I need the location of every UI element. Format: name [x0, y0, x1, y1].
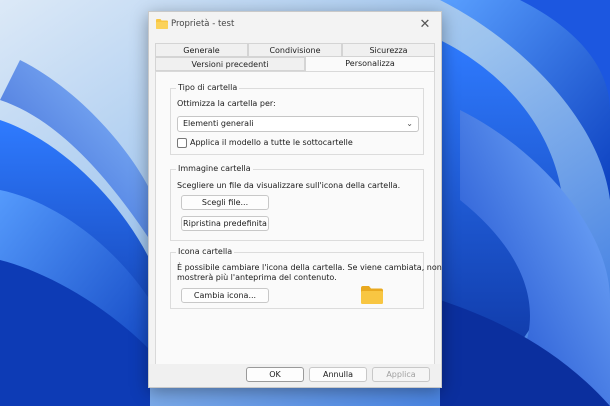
apply-template-label: Applica il modello a tutte le sottocarte…	[190, 138, 353, 147]
folder-icon	[361, 286, 383, 304]
ok-button[interactable]: OK	[246, 367, 304, 382]
change-icon-button[interactable]: Cambia icona...	[181, 288, 269, 303]
folder-icon-group: Icona cartella È possibile cambiare l'ic…	[170, 247, 442, 309]
chevron-down-icon: ⌄	[406, 119, 413, 128]
choose-file-button[interactable]: Scegli file...	[181, 195, 269, 210]
tab-personalizza[interactable]: Personalizza	[305, 56, 435, 72]
optimize-label: Ottimizza la cartella per:	[177, 99, 276, 108]
properties-dialog: Proprietà - test ✕ Generale Condivisione…	[148, 11, 442, 388]
folder-type-legend: Tipo di cartella	[176, 83, 240, 92]
close-icon[interactable]: ✕	[413, 15, 437, 35]
optimize-dropdown[interactable]: Elementi generali ⌄	[177, 116, 419, 132]
restore-default-button[interactable]: Ripristina predefinita	[181, 216, 269, 231]
tab-panel-personalizza: Tipo di cartella Ottimizza la cartella p…	[155, 71, 442, 368]
cancel-button[interactable]: Annulla	[309, 367, 367, 382]
folder-image-legend: Immagine cartella	[176, 164, 253, 173]
optimize-selected-value: Elementi generali	[183, 119, 254, 128]
title-bar[interactable]: Proprietà - test ✕	[149, 12, 441, 38]
folder-image-description: Scegliere un file da visualizzare sull'i…	[177, 181, 401, 190]
folder-icon-description-line2: mostrerà più l'anteprima del contenuto.	[177, 273, 337, 282]
apply-button[interactable]: Applica	[372, 367, 430, 382]
tab-versioni-precedenti[interactable]: Versioni precedenti	[155, 57, 305, 71]
folder-icon	[156, 19, 168, 29]
apply-template-checkbox[interactable]	[177, 138, 187, 148]
folder-type-group: Tipo di cartella Ottimizza la cartella p…	[170, 83, 424, 155]
tab-sicurezza[interactable]: Sicurezza	[342, 43, 435, 57]
dialog-footer: OK Annulla Applica	[149, 364, 441, 387]
window-title: Proprietà - test	[171, 19, 235, 29]
folder-image-group: Immagine cartella Scegliere un file da v…	[170, 164, 424, 241]
folder-icon-description-line1: È possibile cambiare l'icona della carte…	[177, 263, 442, 272]
folder-icon-legend: Icona cartella	[176, 247, 235, 256]
tab-generale[interactable]: Generale	[155, 43, 248, 57]
tab-condivisione[interactable]: Condivisione	[248, 43, 342, 57]
